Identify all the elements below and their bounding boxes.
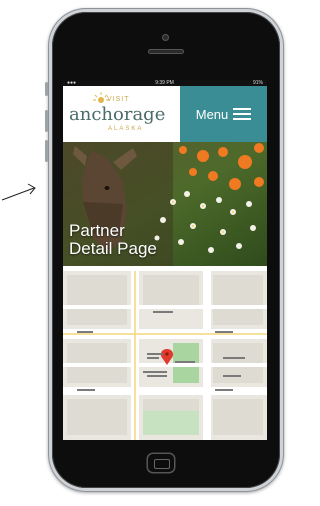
home-button[interactable] (148, 454, 174, 472)
site-header: VISIT anchorage ALASKA Menu (63, 86, 267, 142)
volume-down-button[interactable] (45, 140, 48, 162)
hamburger-icon (233, 108, 252, 120)
site-logo[interactable]: VISIT anchorage ALASKA (63, 86, 180, 142)
pointer-arrow-icon (1, 183, 36, 201)
location-map[interactable] (63, 271, 267, 440)
mute-switch[interactable] (45, 82, 48, 96)
street-map (63, 271, 267, 440)
camera-icon (162, 34, 169, 41)
speaker-grille (148, 49, 184, 54)
menu-label: Menu (195, 106, 229, 122)
logo-visit-text: VISIT (107, 96, 130, 103)
logo-alaska-text: ALASKA (108, 126, 144, 132)
menu-button[interactable]: Menu (180, 86, 267, 142)
volume-up-button[interactable] (45, 110, 48, 132)
phone-screen: ●●● 9:39 PM 91% VISIT anchorage ALASKA M… (63, 80, 267, 440)
hero-banner: Partner Detail Page (63, 142, 267, 266)
logo-anchorage-text: anchorage (69, 104, 166, 125)
hero-title: Partner Detail Page (69, 222, 157, 258)
hero-title-line1: Partner (69, 221, 125, 240)
hero-title-line2: Detail Page (69, 239, 157, 258)
